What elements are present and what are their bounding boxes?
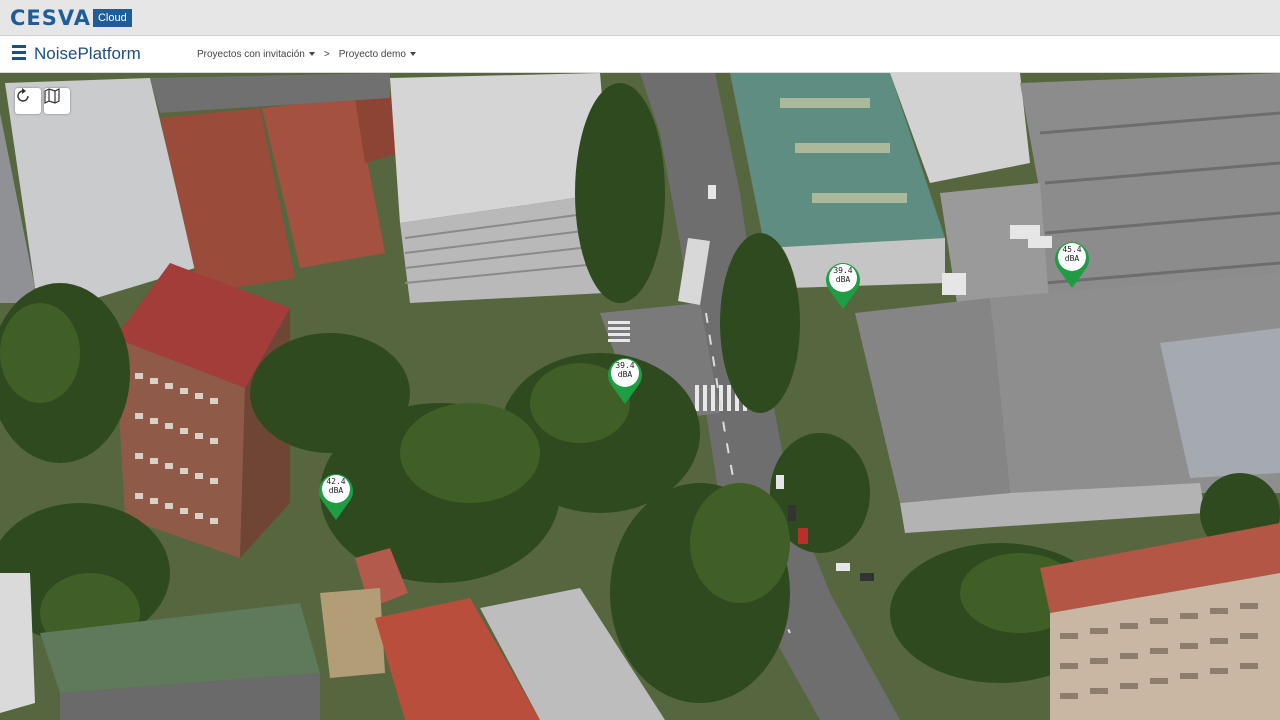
sensor-value: 45.4 [1062, 245, 1082, 254]
map-type-button[interactable] [44, 88, 70, 114]
breadcrumb-demo-dropdown[interactable]: Proyecto demo [339, 48, 416, 62]
sensor-unit: dBA [1064, 254, 1080, 263]
breadcrumb: Proyectos con invitación > Proyecto demo [197, 48, 416, 62]
sensor-marker[interactable]: 39.4 dBA [605, 353, 645, 405]
caret-down-icon [308, 52, 315, 57]
rotate-icon [17, 88, 29, 102]
sensor-reading: 39.4 dBA [829, 266, 857, 284]
breadcrumb-projects-label: Proyectos con invitación [197, 49, 305, 60]
breadcrumb-separator: > [323, 49, 330, 60]
sensor-marker[interactable]: 39.4 dBA [823, 258, 863, 310]
cesva-logo[interactable]: CESVA Cloud [10, 7, 132, 29]
hamburger-menu-icon[interactable] [12, 45, 26, 61]
sensor-unit: dBA [328, 486, 344, 495]
folded-map-icon [44, 88, 60, 104]
sensor-value: 39.4 [615, 361, 635, 370]
sensor-unit: dBA [617, 370, 633, 379]
sensor-reading: 45.4 dBA [1058, 245, 1086, 263]
sensor-unit: dBA [835, 275, 851, 284]
top-navbar: NoisePlatform Proyectos con invitación >… [0, 36, 1280, 73]
sensor-value: 39.4 [833, 266, 853, 275]
app-title[interactable]: NoisePlatform [34, 44, 141, 64]
breadcrumb-demo-label: Proyecto demo [338, 49, 406, 60]
sensor-value: 42.4 [326, 477, 346, 486]
aerial-map[interactable]: 42.4 dBA 39.4 dBA 39.4 dBA 45.4 dBA [0, 73, 1280, 720]
brand-bar: CESVA Cloud [0, 0, 1280, 36]
sensor-reading: 39.4 dBA [611, 361, 639, 379]
brand-badge: Cloud [92, 9, 132, 27]
sensor-marker[interactable]: 45.4 dBA [1052, 237, 1092, 289]
sensor-reading: 42.4 dBA [322, 477, 350, 495]
breadcrumb-projects-dropdown[interactable]: Proyectos con invitación [197, 48, 315, 62]
sensor-marker[interactable]: 42.4 dBA [316, 469, 356, 521]
brand-name: CESVA [10, 6, 91, 30]
reset-view-button[interactable] [15, 88, 41, 114]
caret-down-icon [409, 52, 416, 57]
